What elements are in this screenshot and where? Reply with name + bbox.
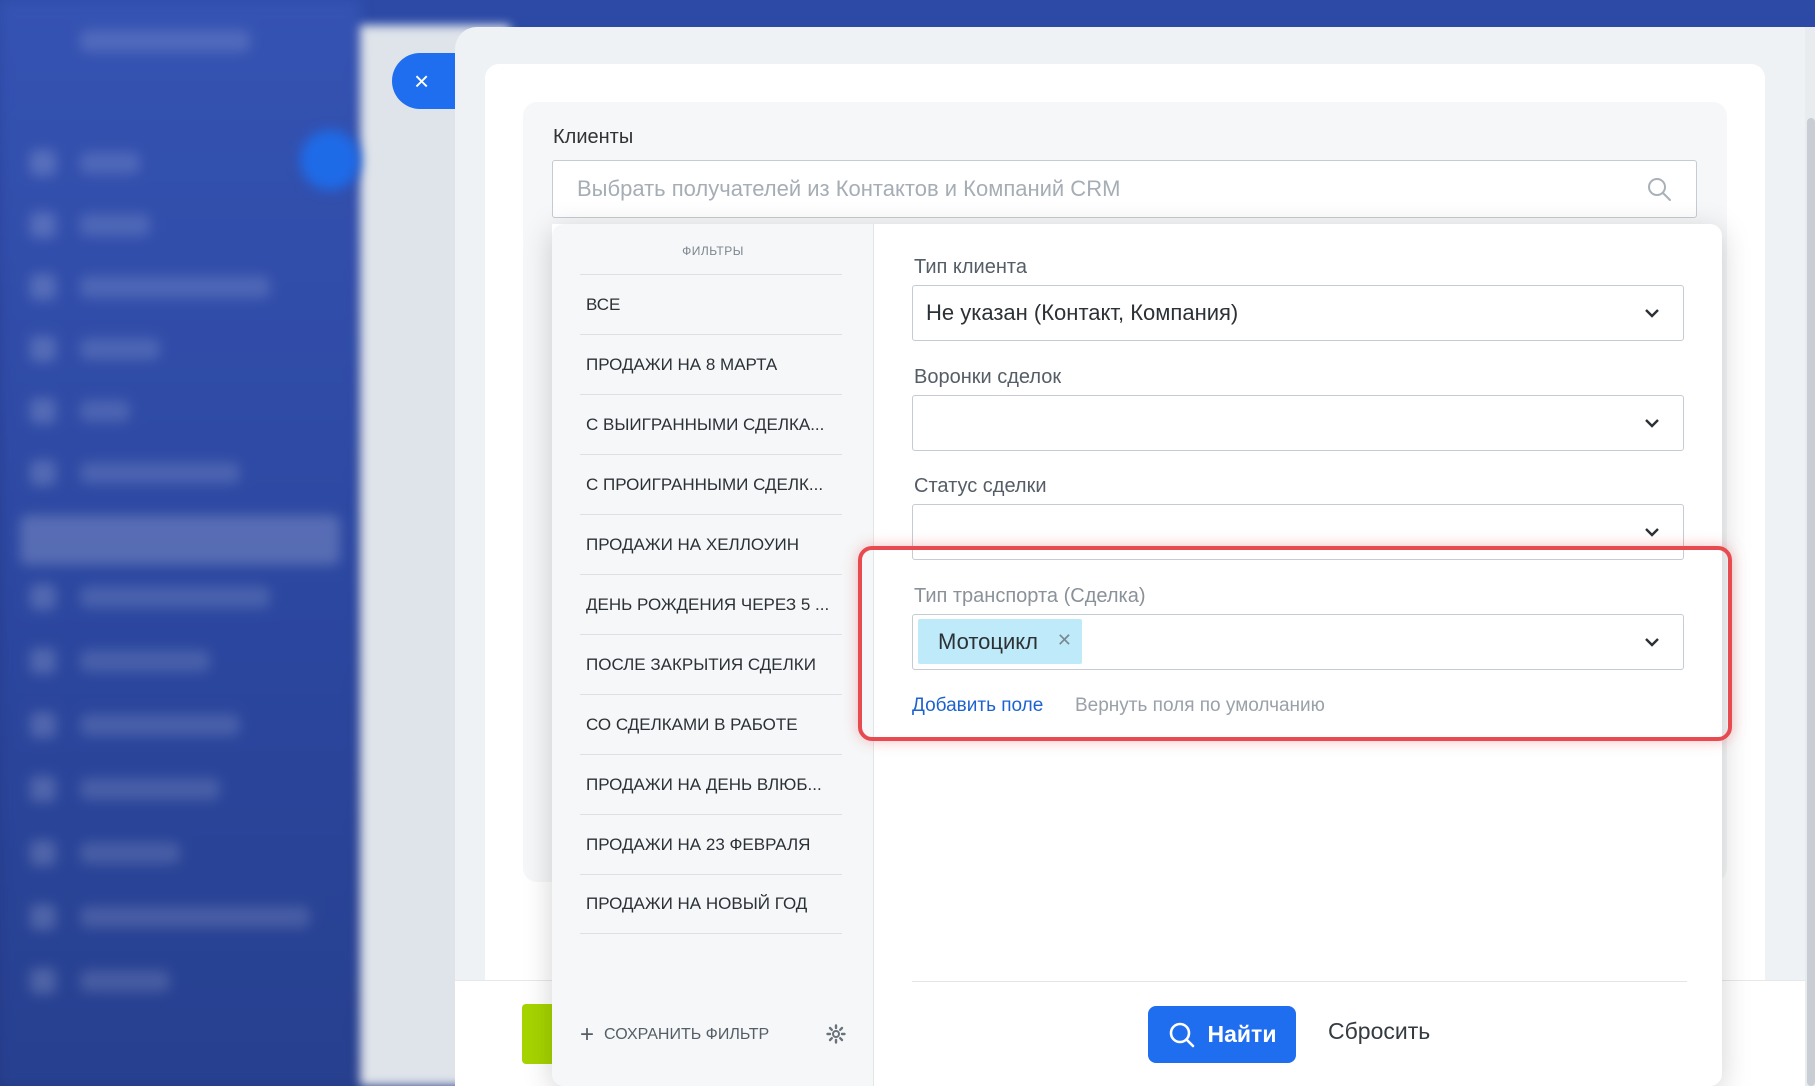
client-type-label: Тип клиента — [914, 256, 1027, 278]
reset-button[interactable]: Сбросить — [1328, 1018, 1430, 1045]
scrollbar-thumb[interactable] — [1807, 118, 1815, 1086]
filter-preset-item[interactable]: СО СДЕЛКАМИ В РАБОТЕ — [580, 694, 842, 754]
filter-preset-item[interactable]: С ВЫИГРАННЫМИ СДЕЛКА... — [580, 394, 842, 454]
filter-preset-item[interactable]: ПРОДАЖИ НА 8 МАРТА — [580, 334, 842, 394]
filter-preset-item[interactable]: ПРОДАЖИ НА 23 ФЕВРАЛЯ — [580, 814, 842, 874]
find-button-label: Найти — [1207, 1021, 1277, 1047]
gear-icon[interactable] — [826, 1024, 846, 1044]
close-slider-button[interactable]: × — [392, 53, 462, 109]
filter-preset-item[interactable]: ПРОДАЖИ НА ДЕНЬ ВЛЮБ... — [580, 754, 842, 814]
background-accent — [300, 130, 360, 190]
client-type-value: Не указан (Контакт, Компания) — [926, 300, 1239, 325]
filter-preset-item[interactable]: ПРОДАЖИ НА НОВЫЙ ГОД — [580, 874, 842, 934]
chevron-down-icon — [1645, 419, 1659, 428]
clients-label: Клиенты — [553, 126, 634, 148]
search-icon — [1169, 1022, 1194, 1047]
chevron-down-icon — [1645, 309, 1659, 318]
chevron-down-icon — [1645, 528, 1659, 537]
highlight-frame — [858, 546, 1732, 741]
deal-funnels-label: Воронки сделок — [914, 366, 1062, 388]
filter-presets-list: ВСЕ ПРОДАЖИ НА 8 МАРТА С ВЫИГРАННЫМИ СДЕ… — [580, 274, 842, 934]
filter-preset-item[interactable]: ДЕНЬ РОЖДЕНИЯ ЧЕРЕЗ 5 ... — [580, 574, 842, 634]
footer-divider — [912, 981, 1687, 982]
filter-preset-item[interactable]: ПОСЛЕ ЗАКРЫТИЯ СДЕЛКИ — [580, 634, 842, 694]
plus-icon: + — [580, 1021, 595, 1048]
filter-preset-item[interactable]: ПРОДАЖИ НА ХЕЛЛОУИН — [580, 514, 842, 574]
filter-preset-item[interactable]: С ПРОИГРАННЫМИ СДЕЛК... — [580, 454, 842, 514]
search-icon[interactable] — [1646, 176, 1672, 202]
save-filter-label: СОХРАНИТЬ ФИЛЬТР — [604, 1026, 770, 1043]
client-type-select[interactable]: Не указан (Контакт, Компания) — [912, 285, 1684, 341]
clients-search-input[interactable] — [552, 160, 1697, 218]
find-button[interactable]: Найти — [1148, 1006, 1296, 1063]
deal-status-label: Статус сделки — [914, 475, 1047, 497]
filters-title: ФИЛЬТРЫ — [682, 244, 744, 258]
filter-preset-item[interactable]: ВСЕ — [580, 274, 842, 334]
close-icon: × — [414, 65, 430, 96]
deal-funnels-select[interactable] — [912, 395, 1684, 451]
save-filter-button[interactable]: + СОХРАНИТЬ ФИЛЬТР — [580, 1023, 769, 1047]
